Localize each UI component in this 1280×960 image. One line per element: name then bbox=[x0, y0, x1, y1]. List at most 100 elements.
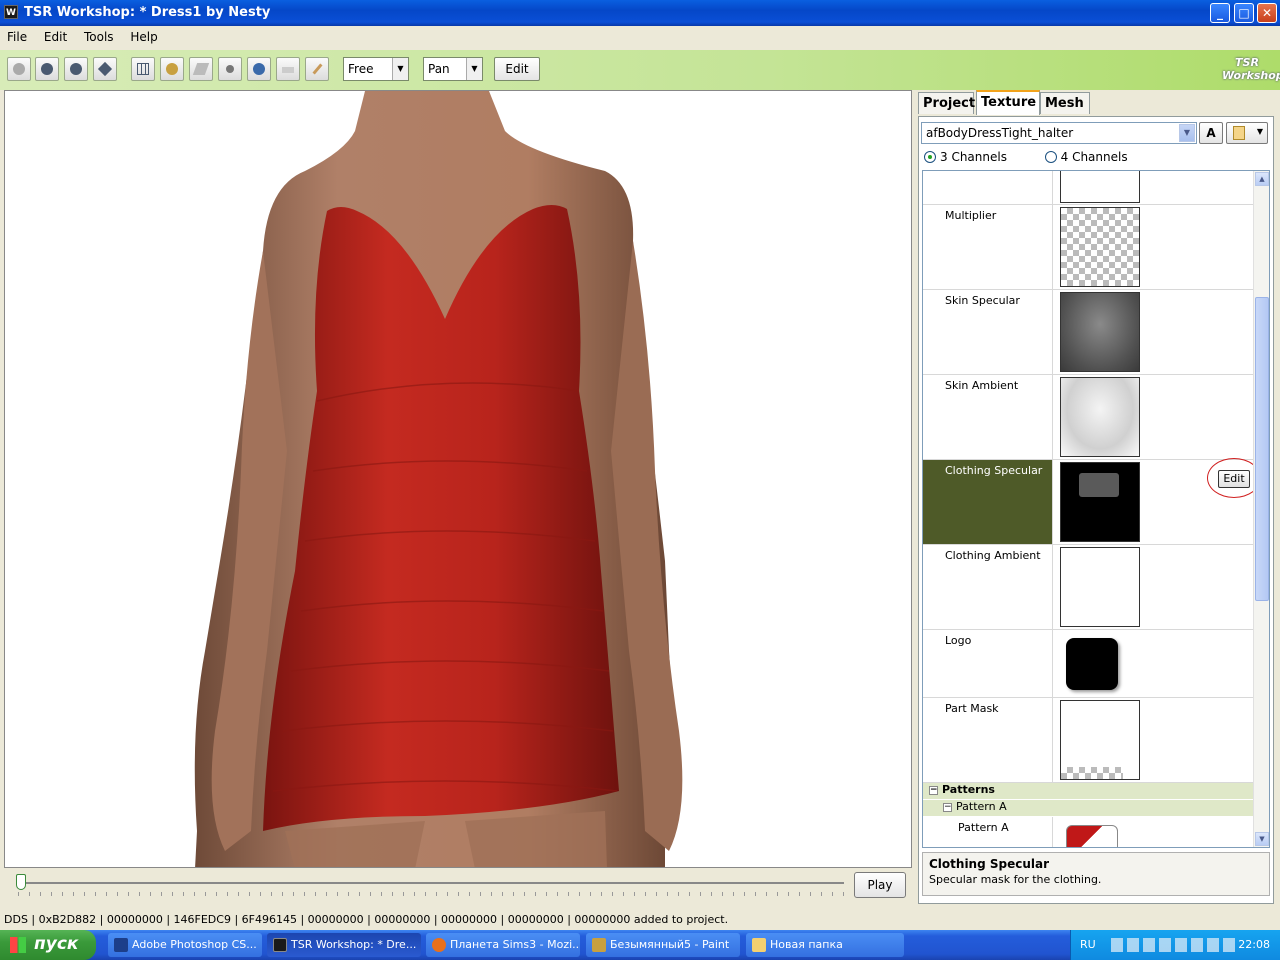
taskbar-item-folder[interactable]: Новая папка bbox=[746, 933, 904, 957]
a-button[interactable]: A bbox=[1199, 122, 1223, 144]
bones-button[interactable] bbox=[247, 57, 271, 81]
texture-select-value: afBodyDressTight_halter bbox=[926, 126, 1074, 140]
channels-radio-group: 3 Channels 4 Channels bbox=[924, 150, 1128, 164]
language-indicator[interactable]: RU bbox=[1080, 938, 1096, 951]
group-patterns[interactable]: − Patterns bbox=[923, 783, 1253, 799]
texture-thumbnail bbox=[1060, 171, 1140, 203]
collapse-icon[interactable]: − bbox=[943, 803, 952, 812]
texture-thumbnail[interactable] bbox=[1060, 547, 1140, 627]
texture-thumbnail[interactable] bbox=[1060, 207, 1140, 287]
taskbar-item-label: Планета Sims3 - Mozi... bbox=[450, 938, 580, 951]
taskbar-item-firefox[interactable]: Планета Sims3 - Mozi... bbox=[426, 933, 580, 957]
folder-icon bbox=[752, 938, 766, 952]
start-label: пуск bbox=[34, 934, 79, 954]
start-button[interactable]: пуск bbox=[0, 930, 96, 960]
wireframe-button[interactable] bbox=[93, 57, 117, 81]
taskbar-item-tsr-workshop[interactable]: TSR Workshop: * Dre... bbox=[267, 933, 421, 957]
maximize-button[interactable]: □ bbox=[1234, 3, 1254, 23]
menu-help[interactable]: Help bbox=[123, 26, 163, 44]
scrollbar-thumb[interactable] bbox=[1255, 297, 1269, 601]
edit-button[interactable]: Edit bbox=[494, 57, 540, 81]
list-item-part-mask[interactable]: Part Mask bbox=[923, 698, 1253, 783]
window-title: TSR Workshop: * Dress1 by Nesty bbox=[24, 5, 271, 20]
bones-icon bbox=[253, 63, 265, 75]
menu-edit[interactable]: Edit bbox=[37, 26, 73, 44]
skeleton-button[interactable] bbox=[160, 57, 184, 81]
list-item-clothing-specular[interactable]: Clothing Specular Edit bbox=[923, 458, 1261, 545]
menu-file[interactable]: File bbox=[0, 26, 33, 44]
texture-thumbnail[interactable] bbox=[1060, 700, 1140, 780]
list-item-multiplier[interactable]: Multiplier bbox=[923, 205, 1253, 290]
shading-textured-button[interactable] bbox=[64, 57, 88, 81]
camera-mode-select[interactable]: Free ▼ bbox=[343, 57, 409, 81]
collapse-icon[interactable]: − bbox=[929, 786, 938, 795]
tab-texture[interactable]: Texture bbox=[976, 90, 1040, 115]
pattern-thumbnail[interactable] bbox=[1066, 825, 1118, 847]
menu-tools[interactable]: Tools bbox=[77, 26, 120, 44]
taskbar-item-photoshop[interactable]: Adobe Photoshop CS... bbox=[108, 933, 262, 957]
tab-mesh[interactable]: Mesh bbox=[1040, 92, 1090, 114]
logo-thumbnail[interactable] bbox=[1066, 638, 1118, 690]
animation-timeline: Play bbox=[4, 868, 912, 904]
grid-icon bbox=[137, 63, 149, 75]
floor-button[interactable] bbox=[189, 57, 213, 81]
scroll-up-icon[interactable]: ▲ bbox=[1255, 172, 1269, 186]
firefox-icon bbox=[432, 938, 446, 952]
group-pattern-a-label: Pattern A bbox=[956, 800, 1007, 813]
taskbar: пуск Adobe Photoshop CS... TSR Workshop:… bbox=[0, 930, 1280, 960]
list-item-label: Clothing Specular bbox=[923, 460, 1053, 544]
taskbar-item-paint[interactable]: Безымянный5 - Paint bbox=[586, 933, 740, 957]
document-menu-button[interactable]: ▼ bbox=[1226, 122, 1268, 144]
group-pattern-a[interactable]: − Pattern A bbox=[923, 800, 1253, 816]
taskbar-item-label: Новая папка bbox=[770, 938, 843, 951]
close-button[interactable]: ✕ bbox=[1257, 3, 1277, 23]
texture-thumbnail[interactable] bbox=[1060, 462, 1140, 542]
tab-project[interactable]: Project bbox=[918, 92, 975, 114]
texture-thumbnail[interactable] bbox=[1060, 377, 1140, 457]
shading-flat-button[interactable] bbox=[7, 57, 31, 81]
list-item-label: Skin Specular bbox=[923, 290, 1053, 374]
edit-texture-button[interactable]: Edit bbox=[1218, 470, 1250, 488]
scroll-down-icon[interactable]: ▼ bbox=[1255, 832, 1269, 846]
light-button[interactable] bbox=[218, 57, 242, 81]
model-render bbox=[194, 91, 683, 867]
play-button[interactable]: Play bbox=[854, 872, 906, 898]
minimize-button[interactable]: _ bbox=[1210, 3, 1230, 23]
navigation-mode-value: Pan bbox=[428, 62, 450, 76]
list-item-pattern-a[interactable]: Pattern A bbox=[923, 817, 1253, 847]
bone-tool-button[interactable] bbox=[305, 57, 329, 81]
shadow-button[interactable] bbox=[276, 57, 300, 81]
description-text: Specular mask for the clothing. bbox=[929, 873, 1102, 886]
timeline-slider-thumb[interactable] bbox=[16, 874, 26, 890]
system-tray: 22:08 bbox=[1070, 930, 1280, 960]
list-scrollbar[interactable]: ▲ ▼ bbox=[1253, 171, 1269, 847]
camera-mode-value: Free bbox=[348, 62, 374, 76]
navigation-mode-select[interactable]: Pan ▼ bbox=[423, 57, 483, 81]
grid-button[interactable] bbox=[131, 57, 155, 81]
photoshop-icon bbox=[114, 938, 128, 952]
chevron-down-icon: ▼ bbox=[1179, 124, 1195, 142]
radio-4-channels[interactable] bbox=[1044, 151, 1057, 163]
sphere-icon bbox=[13, 63, 25, 75]
description-box: Clothing Specular Specular mask for the … bbox=[922, 852, 1270, 896]
shading-smooth-button[interactable] bbox=[35, 57, 59, 81]
timeline-track[interactable] bbox=[18, 882, 844, 884]
texture-select[interactable]: afBodyDressTight_halter ▼ bbox=[921, 122, 1197, 144]
clock[interactable]: 22:08 bbox=[1238, 938, 1270, 951]
tray-icons[interactable] bbox=[1111, 938, 1239, 952]
3d-viewport[interactable] bbox=[4, 90, 912, 868]
list-item-skin-specular[interactable]: Skin Specular bbox=[923, 290, 1253, 375]
timeline-ticks bbox=[18, 892, 844, 896]
tsr-workshop-icon bbox=[273, 938, 287, 952]
radio-3-channels[interactable] bbox=[924, 151, 936, 163]
chevron-down-icon: ▼ bbox=[392, 58, 408, 80]
taskbar-item-label: TSR Workshop: * Dre... bbox=[291, 938, 417, 951]
texture-thumbnail[interactable] bbox=[1060, 292, 1140, 372]
chevron-down-icon: ▼ bbox=[1256, 127, 1263, 136]
skeleton-icon bbox=[166, 63, 178, 75]
list-item-skin-ambient[interactable]: Skin Ambient bbox=[923, 375, 1253, 460]
document-icon bbox=[1233, 126, 1245, 140]
list-item-logo[interactable]: Logo bbox=[923, 630, 1253, 698]
sphere-dark-icon bbox=[41, 63, 53, 75]
list-item-clothing-ambient[interactable]: Clothing Ambient bbox=[923, 545, 1253, 630]
